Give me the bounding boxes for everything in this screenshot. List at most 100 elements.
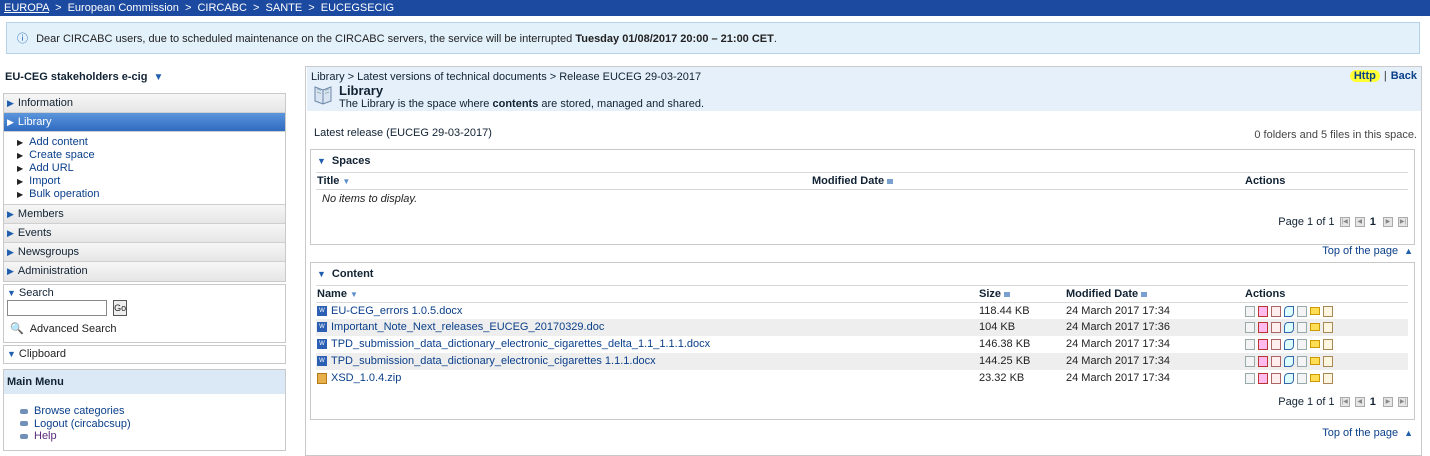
prev-page-icon[interactable]: ◀ [1354, 217, 1365, 228]
advanced-search-link[interactable]: 🔍 Advanced Search [7, 322, 282, 336]
nav-item-administration[interactable]: ▶ Administration [4, 262, 285, 281]
triangle-down-icon[interactable]: ▼ [154, 72, 164, 83]
first-page-icon[interactable]: |◀ [1339, 397, 1350, 408]
menu-browse-categories[interactable]: Browse categories [20, 405, 285, 418]
first-page-icon[interactable]: |◀ [1339, 217, 1350, 228]
export-icon[interactable] [1271, 355, 1281, 367]
edit-icon[interactable] [1323, 355, 1333, 367]
edit-icon[interactable] [1323, 321, 1333, 333]
update-icon[interactable] [1258, 321, 1268, 333]
arrow-up-icon: ▲ [1404, 428, 1413, 438]
space-title[interactable]: EU-CEG stakeholders e-cig ▼ [3, 66, 286, 88]
arrow-up-icon: ▲ [1404, 246, 1413, 256]
word-document-icon: W [317, 306, 327, 317]
update-icon[interactable] [1258, 355, 1268, 367]
spaces-header[interactable]: ▼ Spaces [311, 150, 1414, 172]
view-details-icon[interactable] [1245, 338, 1255, 350]
view-details-icon[interactable] [1245, 321, 1255, 333]
copy-icon[interactable] [1297, 372, 1307, 384]
menu-logout[interactable]: Logout (circabcsup) [20, 418, 285, 431]
crumb-europa[interactable]: EUROPA [4, 2, 49, 14]
search-input[interactable] [7, 300, 107, 316]
next-page-icon[interactable]: ▶ [1382, 397, 1393, 408]
info-icon: ⓘ [17, 33, 28, 45]
action-import[interactable]: ▶ Import [17, 175, 285, 188]
current-page[interactable]: 1 [1370, 216, 1376, 228]
col-modified-date[interactable]: Modified Date [1066, 286, 1148, 303]
update-icon[interactable] [1258, 305, 1268, 317]
edit-icon[interactable] [1323, 372, 1333, 384]
view-details-icon[interactable] [1245, 355, 1255, 367]
crumb-group[interactable]: EUCEGSECIG [321, 2, 394, 14]
desc-bold: contents [492, 98, 539, 110]
clipboard-panel[interactable]: ▼ Clipboard [3, 345, 286, 364]
view-details-icon[interactable] [1245, 372, 1255, 384]
file-link[interactable]: EU-CEG_errors 1.0.5.docx [331, 305, 462, 317]
col-title[interactable]: Title ▼ [317, 173, 350, 190]
nav-item-information[interactable]: ▶ Information [4, 94, 285, 113]
copy-icon[interactable] [1297, 355, 1307, 367]
view-details-icon[interactable] [1245, 305, 1255, 317]
prev-page-icon[interactable]: ◀ [1354, 397, 1365, 408]
export-icon[interactable] [1271, 321, 1281, 333]
update-icon[interactable] [1258, 372, 1268, 384]
mail-icon[interactable] [1310, 340, 1320, 349]
no-items-message: No items to display. [316, 189, 1408, 207]
file-size: 118.44 KB [979, 305, 1030, 317]
export-icon[interactable] [1271, 338, 1281, 350]
action-label: Bulk operation [29, 188, 100, 200]
top-of-page-link-spaces[interactable]: Top of the page ▲ [1322, 245, 1413, 257]
search-header[interactable]: ▼ Search [7, 287, 282, 299]
crumb-commission[interactable]: European Commission [68, 2, 179, 14]
content-header[interactable]: ▼ Content [311, 263, 1414, 285]
file-link[interactable]: TPD_submission_data_dictionary_electroni… [331, 338, 710, 350]
move-icon[interactable] [1284, 338, 1294, 350]
nav-item-library[interactable]: ▶ Library [4, 113, 285, 132]
edit-icon[interactable] [1323, 305, 1333, 317]
action-bulk-operation[interactable]: ▶ Bulk operation [17, 188, 285, 201]
move-icon[interactable] [1284, 372, 1294, 384]
update-icon[interactable] [1258, 338, 1268, 350]
top-of-page-link-content[interactable]: Top of the page ▲ [1322, 427, 1413, 439]
go-button[interactable]: Go [113, 300, 128, 316]
col-modified-date[interactable]: Modified Date [812, 173, 894, 190]
crumb-circabc[interactable]: CIRCABC [197, 2, 247, 14]
nav-item-newsgroups[interactable]: ▶ Newsgroups [4, 243, 285, 262]
copy-icon[interactable] [1297, 321, 1307, 333]
library-description: The Library is the space where contents … [339, 98, 704, 110]
back-link[interactable]: Back [1391, 70, 1417, 82]
nav-item-members[interactable]: ▶ Members [4, 205, 285, 224]
mail-icon[interactable] [1310, 307, 1320, 316]
action-add-url[interactable]: ▶ Add URL [17, 162, 285, 175]
row-actions [1245, 303, 1336, 320]
file-link[interactable]: XSD_1.0.4.zip [331, 372, 401, 384]
last-page-icon[interactable]: ▶| [1398, 397, 1408, 408]
action-add-content[interactable]: ▶ Add content [17, 136, 285, 149]
nav-item-events[interactable]: ▶ Events [4, 224, 285, 243]
move-icon[interactable] [1284, 305, 1294, 317]
http-link[interactable]: Http [1349, 70, 1380, 82]
col-name[interactable]: Name ▼ [317, 286, 358, 303]
file-link[interactable]: Important_Note_Next_releases_EUCEG_20170… [331, 321, 604, 333]
menu-help[interactable]: Help [20, 430, 285, 443]
col-size[interactable]: Size [979, 286, 1011, 303]
move-icon[interactable] [1284, 321, 1294, 333]
copy-icon[interactable] [1297, 305, 1307, 317]
current-page[interactable]: 1 [1370, 396, 1376, 408]
crumb-sante[interactable]: SANTE [266, 2, 303, 14]
export-icon[interactable] [1271, 305, 1281, 317]
mail-icon[interactable] [1310, 323, 1320, 332]
export-icon[interactable] [1271, 372, 1281, 384]
last-page-icon[interactable]: ▶| [1398, 217, 1408, 228]
spaces-table-header: Title ▼ Modified Date Actions [316, 172, 1408, 189]
next-page-icon[interactable]: ▶ [1382, 217, 1393, 228]
table-row: W EU-CEG_errors 1.0.5.docx 118.44 KB 24 M… [316, 302, 1408, 319]
mail-icon[interactable] [1310, 374, 1320, 383]
copy-icon[interactable] [1297, 338, 1307, 350]
edit-icon[interactable] [1323, 338, 1333, 350]
mail-icon[interactable] [1310, 357, 1320, 366]
library-breadcrumb[interactable]: Library > Latest versions of technical d… [311, 71, 701, 83]
action-create-space[interactable]: ▶ Create space [17, 149, 285, 162]
file-link[interactable]: TPD_submission_data_dictionary_electroni… [331, 355, 656, 367]
move-icon[interactable] [1284, 355, 1294, 367]
